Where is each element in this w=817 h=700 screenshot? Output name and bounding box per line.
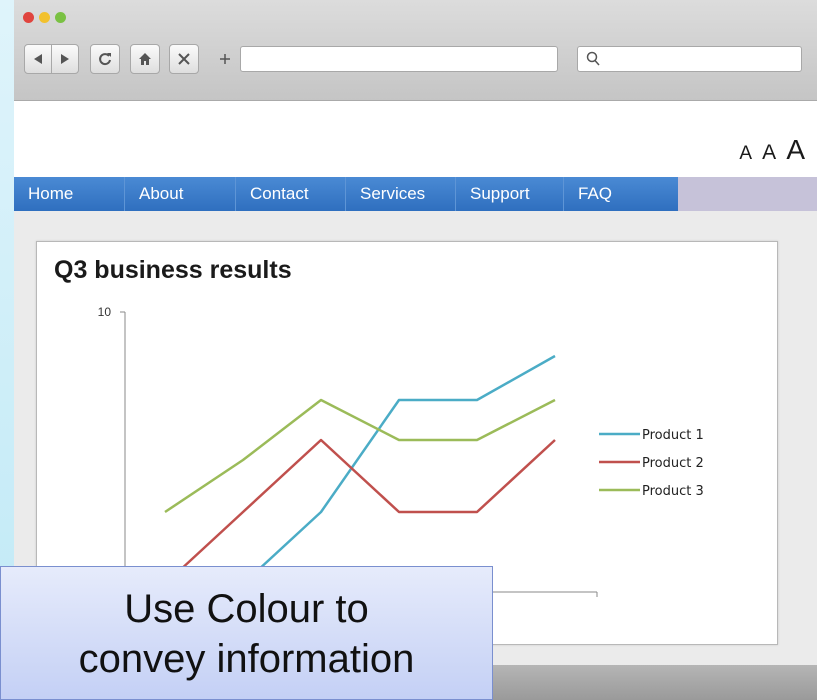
stop-button[interactable] — [169, 44, 199, 74]
nav-item-about[interactable]: About — [125, 177, 236, 211]
nav-menu-bar: Home About Contact Services Support FAQ — [14, 177, 678, 211]
back-button[interactable] — [24, 44, 52, 74]
text-size-small[interactable]: A — [739, 143, 754, 164]
text-size-medium[interactable]: A — [762, 141, 778, 164]
maximize-window-button[interactable] — [55, 12, 66, 23]
legend-label-product-1: Product 1 — [642, 428, 704, 443]
home-icon — [139, 53, 151, 65]
new-tab-button[interactable] — [210, 44, 240, 74]
nav-item-support[interactable]: Support — [456, 177, 564, 211]
plus-icon — [220, 54, 230, 64]
search-input[interactable] — [577, 46, 802, 72]
nav-item-contact[interactable]: Contact — [236, 177, 346, 211]
forward-arrow-icon — [61, 54, 69, 64]
series-line-product-2 — [164, 438, 556, 585]
caption-line-1: Use Colour to — [124, 587, 369, 631]
close-icon — [178, 53, 190, 65]
home-button[interactable] — [130, 44, 160, 74]
legend-label-product-2: Product 2 — [642, 456, 704, 471]
nav-item-home[interactable]: Home — [14, 177, 125, 211]
close-window-button[interactable] — [23, 12, 34, 23]
minimize-window-button[interactable] — [39, 12, 50, 23]
y-tick-label: 10 — [98, 305, 112, 319]
caption-line-2: convey information — [78, 637, 415, 681]
legend-label-product-3: Product 3 — [642, 484, 704, 499]
reload-icon — [99, 53, 111, 66]
address-bar[interactable] — [240, 46, 558, 72]
nav-item-services[interactable]: Services — [346, 177, 456, 211]
search-icon — [586, 51, 600, 66]
slide-caption: Use Colour to convey information — [0, 566, 493, 700]
reload-button[interactable] — [90, 44, 120, 74]
nav-menu: Home About Contact Services Support FAQ — [14, 177, 817, 211]
text-size-controls: A A A — [739, 134, 807, 166]
back-arrow-icon — [34, 54, 42, 64]
forward-button[interactable] — [51, 44, 79, 74]
text-size-large[interactable]: A — [786, 134, 807, 165]
browser-toolbar — [14, 0, 817, 101]
nav-item-faq[interactable]: FAQ — [564, 177, 678, 211]
